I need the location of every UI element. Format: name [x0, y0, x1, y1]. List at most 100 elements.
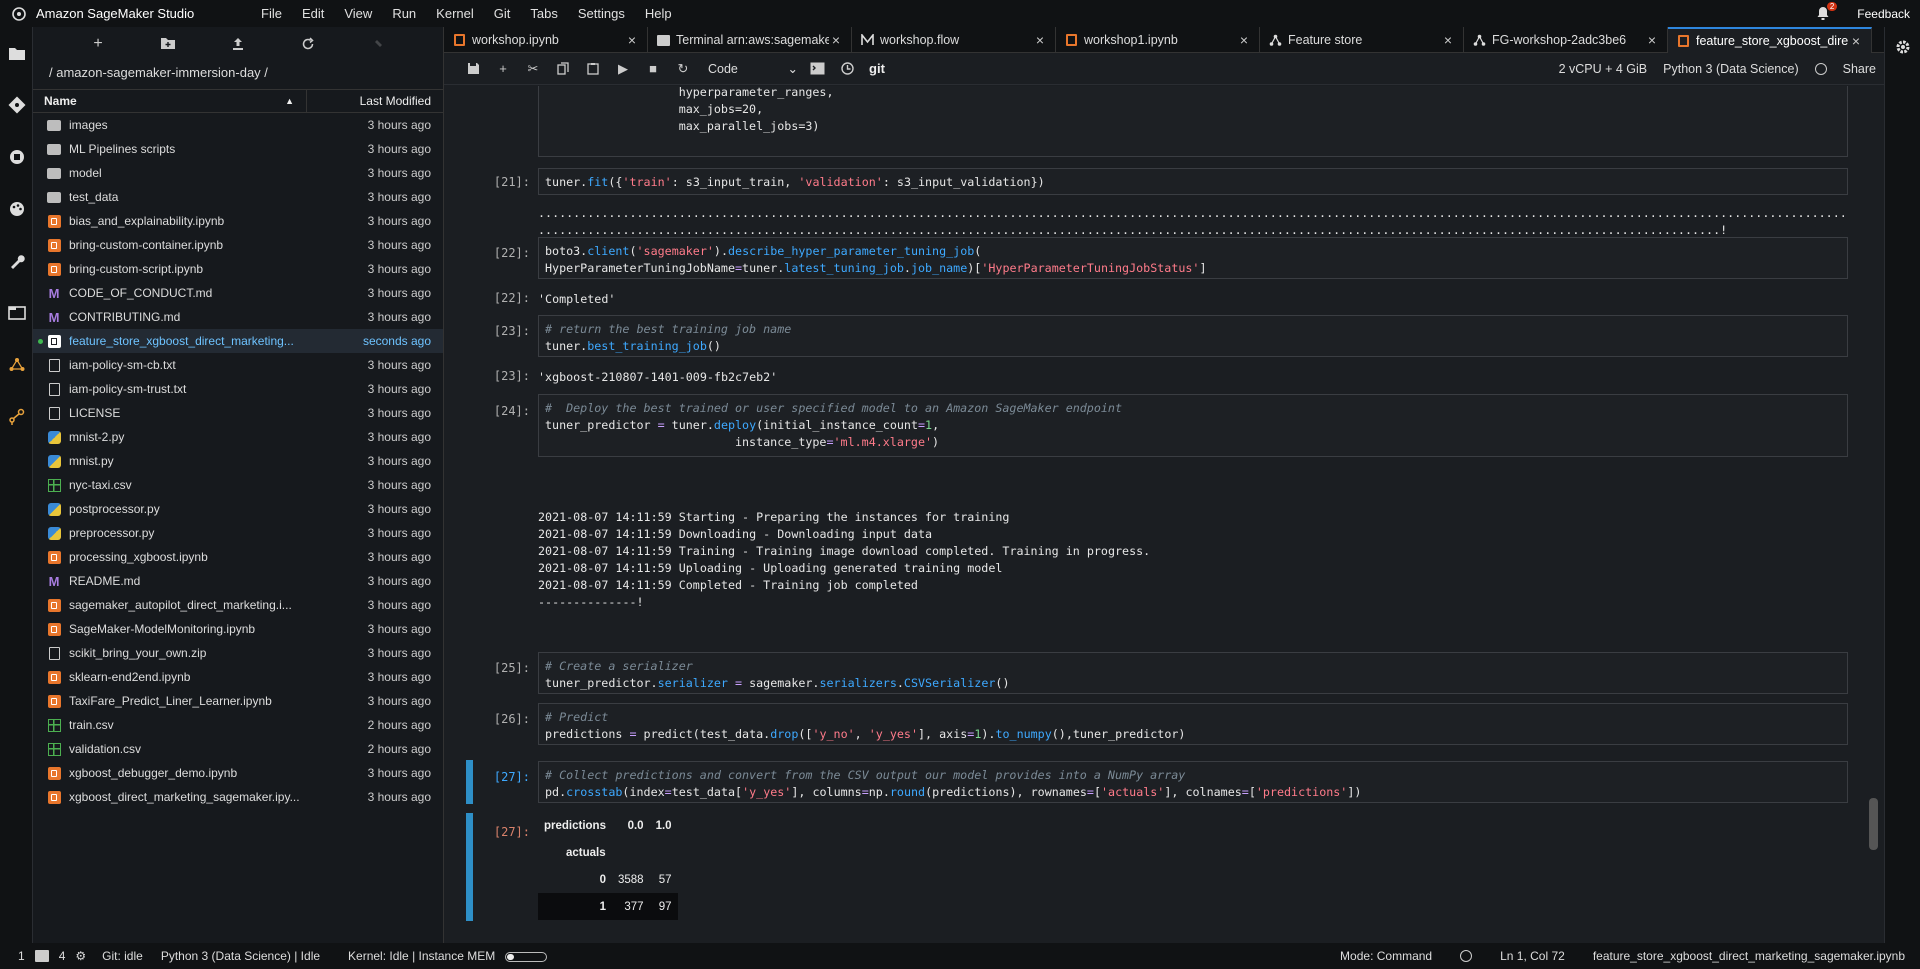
code-cell-24[interactable]: # Deploy the best trained or user specif… — [538, 394, 1848, 457]
folder-icon[interactable] — [0, 27, 33, 79]
file-list-item[interactable]: model 3 hours ago — [33, 161, 443, 185]
file-list-item[interactable]: scikit_bring_your_own.zip 3 hours ago — [33, 641, 443, 665]
file-list-item[interactable]: ML Pipelines scripts 3 hours ago — [33, 137, 443, 161]
instance-type[interactable]: 2 vCPU + 4 GiB — [1559, 62, 1648, 76]
clock-icon[interactable] — [832, 59, 862, 79]
name-column-header[interactable]: Name ▲ — [33, 90, 307, 112]
menu-run[interactable]: Run — [382, 6, 426, 21]
git-diff-button[interactable]: git — [862, 59, 892, 79]
menu-view[interactable]: View — [334, 6, 382, 21]
upload-icon[interactable] — [226, 34, 250, 54]
file-list-item[interactable]: xgboost_direct_marketing_sagemaker.ipy..… — [33, 785, 443, 809]
file-list-item[interactable]: M CONTRIBUTING.md 3 hours ago — [33, 305, 443, 329]
file-list-item[interactable]: sklearn-end2end.ipynb 3 hours ago — [33, 665, 443, 689]
run-icon[interactable]: ▶ — [608, 59, 638, 79]
tab-4[interactable]: Feature store × — [1260, 27, 1464, 53]
code-cell-21[interactable]: tuner.fit({'train': s3_input_train, 'val… — [538, 168, 1848, 195]
notebook-content[interactable]: hyperparameter_ranges, max_jobs=20, max_… — [444, 86, 1884, 943]
restart-icon[interactable]: ↻ — [668, 59, 698, 79]
file-list-item[interactable]: postprocessor.py 3 hours ago — [33, 497, 443, 521]
file-list-item[interactable]: M CODE_OF_CONDUCT.md 3 hours ago — [33, 281, 443, 305]
close-icon[interactable]: × — [1645, 32, 1659, 48]
stop-icon[interactable]: ■ — [638, 59, 668, 79]
tab-3[interactable]: workshop1.ipynb × — [1056, 27, 1260, 53]
kernel-status[interactable]: Python 3 (Data Science) | Idle — [161, 949, 320, 963]
refresh-icon[interactable] — [296, 34, 320, 54]
palette-icon[interactable] — [0, 183, 33, 235]
close-icon[interactable]: × — [1441, 32, 1455, 48]
cursor-position[interactable]: Ln 1, Col 72 — [1500, 949, 1565, 963]
file-list-item[interactable]: feature_store_xgboost_direct_marketing..… — [33, 329, 443, 353]
file-list-item[interactable]: bring-custom-container.ipynb 3 hours ago — [33, 233, 443, 257]
close-icon[interactable]: × — [1033, 32, 1047, 48]
menu-git[interactable]: Git — [484, 6, 521, 21]
insert-cell-icon[interactable]: + — [488, 59, 518, 79]
memory-toggle[interactable] — [505, 951, 548, 962]
running-terminals-icon[interactable] — [0, 131, 33, 183]
share-button[interactable]: Share — [1843, 62, 1876, 76]
notebook-scrollbar[interactable] — [1869, 798, 1878, 850]
tab-1[interactable]: Terminal arn:aws:sagemake × — [648, 27, 852, 53]
tab-6[interactable]: feature_store_xgboost_dire × — [1668, 27, 1872, 53]
file-list-item[interactable]: processing_xgboost.ipynb 3 hours ago — [33, 545, 443, 569]
file-list-item[interactable]: iam-policy-sm-cb.txt 3 hours ago — [33, 353, 443, 377]
modified-column-header[interactable]: Last Modified — [307, 90, 443, 112]
close-icon[interactable]: × — [625, 32, 639, 48]
file-list-item[interactable]: bias_and_explainability.ipynb 3 hours ago — [33, 209, 443, 233]
git-icon[interactable] — [0, 79, 33, 131]
file-list-item[interactable]: test_data 3 hours ago — [33, 185, 443, 209]
file-list-item[interactable]: bring-custom-script.ipynb 3 hours ago — [33, 257, 443, 281]
menu-help[interactable]: Help — [635, 6, 682, 21]
file-list-item[interactable]: mnist-2.py 3 hours ago — [33, 425, 443, 449]
kernel-memory-status[interactable]: Kernel: Idle | Instance MEM — [338, 949, 548, 963]
file-list-item[interactable]: M README.md 3 hours ago — [33, 569, 443, 593]
file-list-item[interactable]: TaxiFare_Predict_Liner_Learner.ipynb 3 ho… — [33, 689, 443, 713]
tabs-icon[interactable] — [0, 287, 33, 339]
code-cell-20[interactable]: hyperparameter_ranges, max_jobs=20, max_… — [538, 86, 1848, 157]
file-list-item[interactable]: train.csv 2 hours ago — [33, 713, 443, 737]
file-list-item[interactable]: mnist.py 3 hours ago — [33, 449, 443, 473]
components-icon[interactable] — [0, 339, 33, 391]
git-status[interactable]: Git: idle — [102, 949, 143, 963]
file-list-item[interactable]: validation.csv 2 hours ago — [33, 737, 443, 761]
cut-icon[interactable]: ✂ — [518, 59, 548, 79]
file-list-item[interactable]: SageMaker-ModelMonitoring.ipynb 3 hours a… — [33, 617, 443, 641]
pipelines-icon[interactable] — [0, 391, 33, 443]
menu-edit[interactable]: Edit — [292, 6, 334, 21]
file-list-item[interactable]: nyc-taxi.csv 3 hours ago — [33, 473, 443, 497]
file-list-item[interactable]: preprocessor.py 3 hours ago — [33, 521, 443, 545]
gear-icon[interactable] — [1885, 27, 1920, 67]
new-launcher-icon[interactable]: + — [86, 34, 110, 54]
close-icon[interactable]: × — [1849, 33, 1863, 49]
copy-icon[interactable] — [548, 59, 578, 79]
code-cell-27[interactable]: # Collect predictions and convert from t… — [538, 761, 1848, 803]
paste-icon[interactable] — [578, 59, 608, 79]
file-list-item[interactable]: LICENSE 3 hours ago — [33, 401, 443, 425]
close-icon[interactable]: × — [1237, 32, 1251, 48]
menu-settings[interactable]: Settings — [568, 6, 635, 21]
status-count-2[interactable]: 4 — [59, 949, 66, 963]
close-icon[interactable]: × — [829, 32, 843, 48]
tab-2[interactable]: workshop.flow × — [852, 27, 1056, 53]
mode-status[interactable]: Mode: Command — [1340, 949, 1432, 963]
file-list-item[interactable]: iam-policy-sm-trust.txt 3 hours ago — [33, 377, 443, 401]
tab-0[interactable]: workshop.ipynb × — [444, 27, 648, 53]
file-list-item[interactable]: images 3 hours ago — [33, 113, 443, 137]
breadcrumb[interactable]: / amazon-sagemaker-immersion-day / — [33, 60, 443, 84]
kernel-name[interactable]: Python 3 (Data Science) — [1663, 62, 1799, 76]
menu-file[interactable]: File — [251, 6, 292, 21]
new-folder-icon[interactable] — [156, 34, 180, 54]
file-list-item[interactable]: sagemaker_autopilot_direct_marketing.i..… — [33, 593, 443, 617]
menu-tabs[interactable]: Tabs — [520, 6, 567, 21]
cell-type-select[interactable]: Code ⌄ — [708, 61, 798, 77]
code-cell-25[interactable]: # Create a serializer tuner_predictor.se… — [538, 652, 1848, 694]
feedback-button[interactable]: Feedback — [1857, 7, 1910, 21]
status-count-1[interactable]: 1 — [18, 949, 25, 963]
git-clone-icon[interactable] — [366, 34, 390, 54]
wrench-icon[interactable] — [0, 235, 33, 287]
tab-5[interactable]: FG-workshop-2adc3be6 × — [1464, 27, 1668, 53]
notification-bell-icon[interactable]: 2 — [1815, 1, 1838, 23]
code-cell-23[interactable]: # return the best training job name tune… — [538, 315, 1848, 357]
save-icon[interactable] — [458, 59, 488, 79]
terminal-icon[interactable] — [802, 59, 832, 79]
